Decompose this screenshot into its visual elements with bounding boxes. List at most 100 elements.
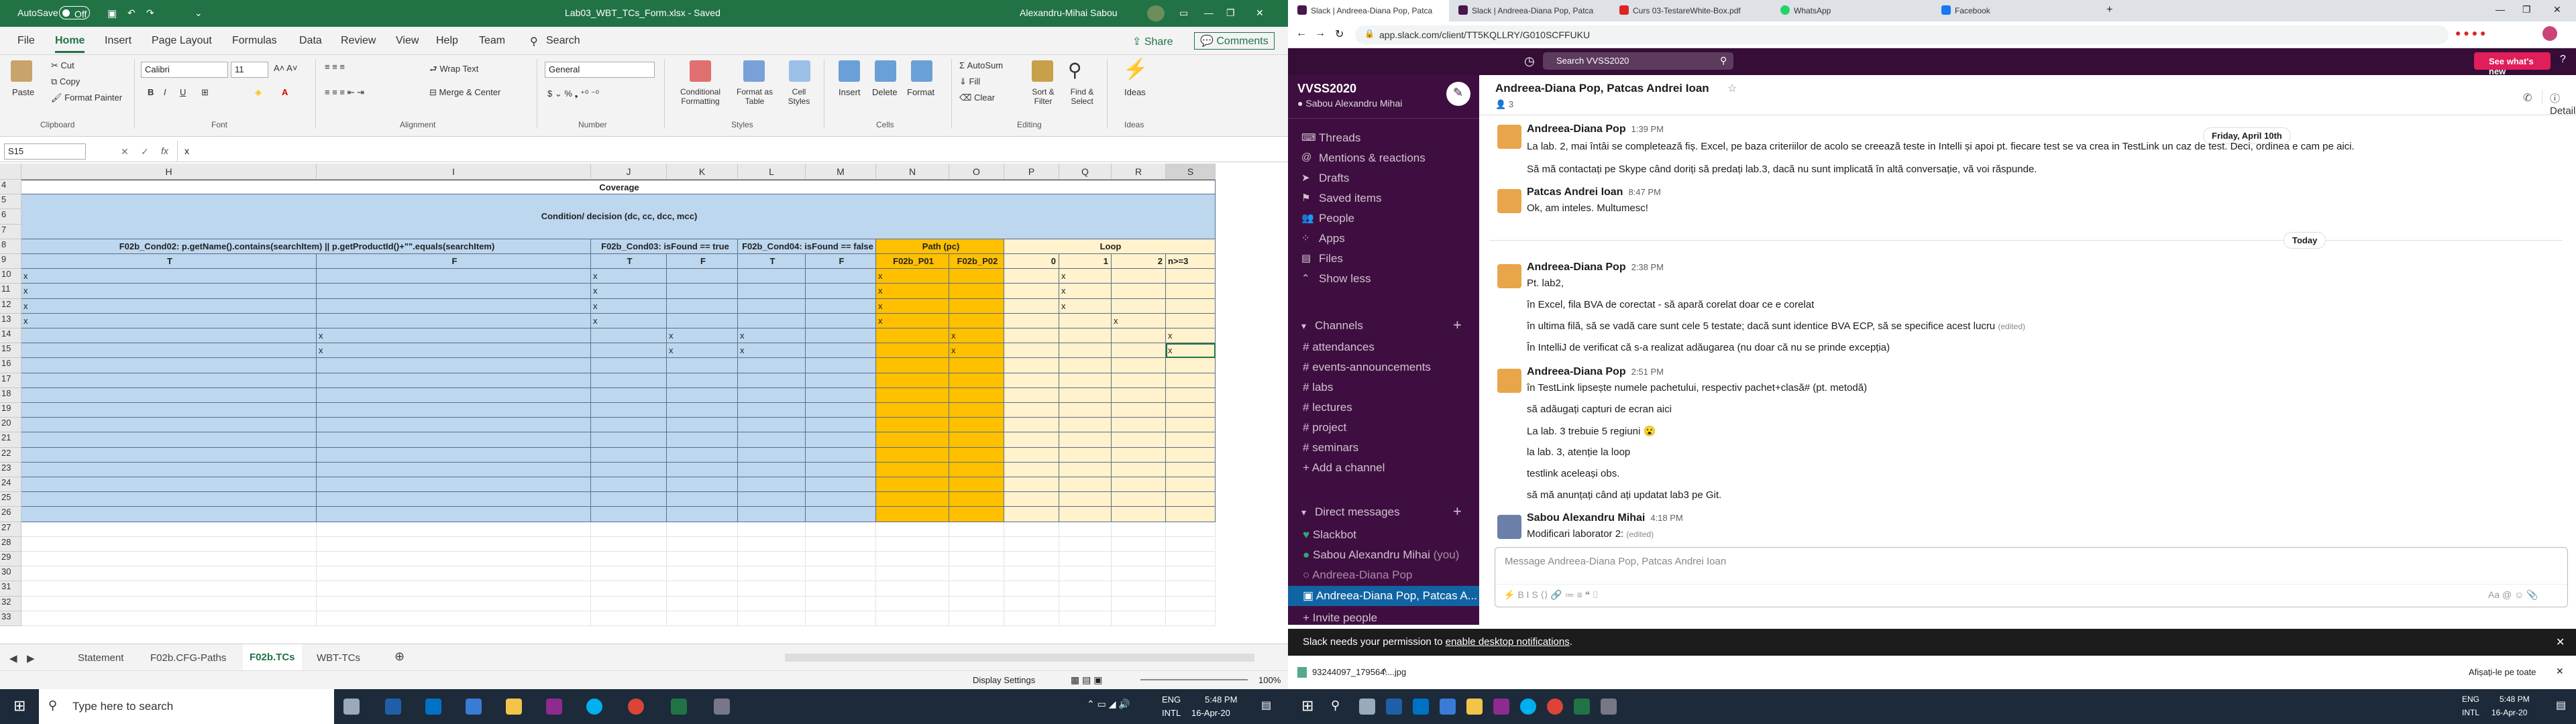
grid-cell[interactable] (1166, 358, 1216, 373)
grid-cell[interactable] (667, 552, 738, 567)
app-icon[interactable] (546, 699, 562, 715)
grid-cell[interactable] (1166, 432, 1216, 448)
grid-cell[interactable] (667, 611, 738, 626)
grid-cell[interactable] (876, 387, 949, 403)
format-as-table-icon[interactable] (743, 60, 765, 82)
grid-cell[interactable] (1166, 298, 1216, 314)
channel-labs[interactable]: # labs (1303, 381, 1333, 394)
conditional-formatting-icon[interactable] (690, 60, 711, 82)
timestamp[interactable]: 2:51 PM (1631, 367, 1664, 377)
app-icon[interactable] (1386, 699, 1402, 715)
grid-cell[interactable] (1166, 373, 1216, 388)
column-header-H[interactable]: H (21, 164, 317, 180)
grid-cell[interactable] (21, 581, 317, 597)
grid-cell[interactable] (1166, 403, 1216, 418)
skype-icon[interactable] (1520, 699, 1536, 715)
column-header-P[interactable]: P (1004, 164, 1059, 180)
grid-cell[interactable] (806, 462, 876, 477)
grid-cell[interactable] (876, 373, 949, 388)
chrome-tab[interactable]: Curs 03-TestareWhite-Box.pdf (1610, 0, 1771, 21)
sender-name[interactable]: Sabou Alexandru Mihai (1527, 512, 1645, 524)
grid-cell[interactable] (21, 387, 317, 403)
font-name-select[interactable]: Calibri (141, 62, 228, 78)
grid-cell[interactable] (317, 403, 591, 418)
date-divider-today[interactable]: Today (2284, 232, 2326, 249)
sheet-tab-cfg-paths[interactable]: F02b.CFG-Paths (150, 652, 226, 664)
cell-mark[interactable]: x (949, 328, 1004, 344)
grid-cell[interactable] (667, 298, 738, 314)
autosave-toggle[interactable]: Off (59, 6, 90, 19)
grid-cell[interactable] (1112, 492, 1166, 507)
close-icon[interactable]: ✕ (2556, 636, 2565, 649)
new-tab-icon[interactable]: + (2106, 4, 2112, 16)
subheader-Q[interactable]: 1 (1059, 254, 1112, 269)
row-header-14[interactable]: 14 (0, 328, 21, 344)
grid-cell[interactable] (806, 477, 876, 493)
grid-cell[interactable] (667, 387, 738, 403)
tab-review[interactable]: Review (341, 35, 376, 47)
grid-cell[interactable] (667, 492, 738, 507)
grid-cell[interactable] (1112, 403, 1166, 418)
grid-cell[interactable] (1166, 507, 1216, 522)
grid-cell[interactable] (21, 477, 317, 493)
current-user[interactable]: ● Sabou Alexandru Mihai (1297, 98, 1402, 109)
cell-mark[interactable]: x (591, 269, 667, 284)
search-icon[interactable]: ⚲ (1331, 699, 1340, 713)
tab-help[interactable]: Help (436, 35, 458, 47)
grid-cell[interactable] (1112, 566, 1166, 582)
grid-cell[interactable] (1112, 447, 1166, 463)
grid-cell[interactable] (1059, 552, 1112, 567)
grid-cell[interactable] (738, 507, 806, 522)
grid-cell[interactable] (591, 596, 667, 611)
grid-cell[interactable] (949, 298, 1004, 314)
column-header-M[interactable]: M (806, 164, 876, 180)
dm-slackbot[interactable]: ♥ Slackbot (1303, 528, 1356, 542)
nav-saved[interactable]: Saved items (1319, 192, 1382, 205)
cell-mark[interactable]: x (1112, 313, 1166, 328)
close-icon[interactable]: ✕ (2556, 666, 2564, 677)
cell-mark[interactable]: x (738, 343, 806, 359)
address-bar[interactable]: app.slack.com/client/TT5KQLLRY/G010SCFFU… (1355, 25, 2449, 44)
grid-cell[interactable] (806, 536, 876, 552)
tab-data[interactable]: Data (299, 35, 322, 47)
grid-cell[interactable] (806, 358, 876, 373)
grid-cell[interactable] (806, 373, 876, 388)
grid-cell[interactable] (317, 477, 591, 493)
grid-cell[interactable] (667, 403, 738, 418)
nav-threads[interactable]: Threads (1319, 131, 1360, 145)
enter-icon[interactable]: ✓ (141, 146, 149, 158)
column-header-N[interactable]: N (876, 164, 949, 180)
cell-mark[interactable]: x (1059, 284, 1112, 299)
row-header-17[interactable]: 17 (0, 373, 21, 388)
grid-cell[interactable] (738, 596, 806, 611)
grid-cell[interactable] (1166, 387, 1216, 403)
grid-cell[interactable] (1004, 328, 1059, 344)
grid-cell[interactable] (806, 418, 876, 433)
taskbar-search[interactable]: Type here to search (39, 689, 334, 724)
grid-cell[interactable] (949, 403, 1004, 418)
chrome-tab[interactable]: WhatsApp (1771, 0, 1932, 21)
tray-icons[interactable]: ⌃ ▭ ◢ 🔊 (1087, 699, 1130, 710)
grid-cell[interactable] (1004, 298, 1059, 314)
file-explorer-icon[interactable] (506, 699, 522, 715)
row-header-32[interactable]: 32 (0, 596, 21, 611)
grid-cell[interactable] (1166, 462, 1216, 477)
nav-mentions[interactable]: Mentions & reactions (1319, 152, 1426, 165)
horizontal-scrollbar[interactable] (785, 654, 1254, 662)
excel-icon[interactable] (671, 699, 687, 715)
caret-down-icon[interactable]: ▾ (1301, 320, 1306, 332)
grid-cell[interactable] (21, 343, 317, 359)
condition-header[interactable]: Condition/ decision (dc, cc, dcc, mcc) (21, 194, 1216, 239)
tab-team[interactable]: Team (479, 35, 505, 47)
notifications-icon[interactable]: ▤ (1261, 699, 1271, 712)
grid-cell[interactable] (591, 507, 667, 522)
grid-cell[interactable] (591, 328, 667, 344)
sort-filter-icon[interactable] (1032, 60, 1053, 82)
avatar[interactable] (1497, 515, 1521, 539)
fill-button[interactable]: ⇓ Fill (959, 76, 980, 87)
app-icon[interactable] (714, 699, 730, 715)
grid-cell[interactable] (1004, 403, 1059, 418)
sheet-tab-wbt-tcs[interactable]: WBT-TCs (317, 652, 360, 664)
dm-andreea[interactable]: ○ Andreea-Diana Pop (1303, 568, 1412, 582)
grid-cell[interactable] (1059, 477, 1112, 493)
